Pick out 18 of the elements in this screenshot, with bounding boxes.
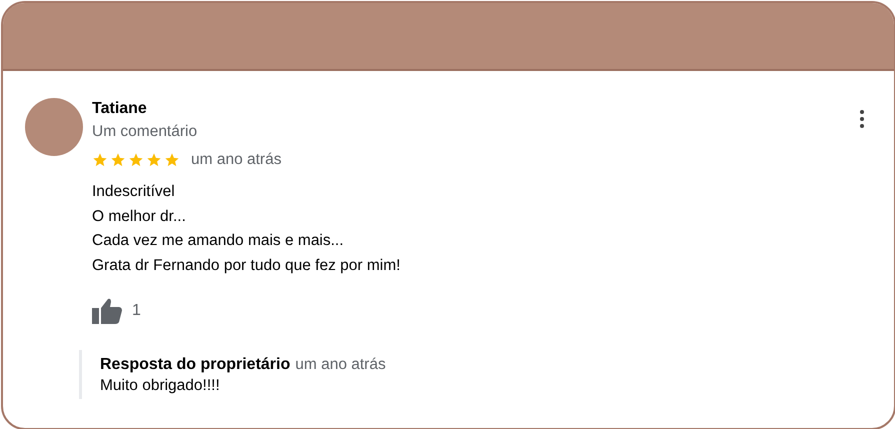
reply-text: Muito obrigado!!!! (100, 376, 221, 395)
star-icon (164, 152, 180, 168)
like-count: 1 (132, 302, 141, 320)
star-icon (146, 152, 162, 168)
review-count: Um comentário (92, 122, 198, 142)
review-time: um ano atrás (191, 151, 282, 169)
reply-title: Resposta do proprietário (100, 356, 290, 373)
review-text-line: O melhor dr... (92, 206, 187, 227)
author-name: Tatiane (92, 99, 148, 119)
thumbs-up-icon[interactable] (92, 298, 123, 324)
review-text-line: Cada vez me amando mais e mais... (92, 231, 345, 252)
star-icon (92, 152, 108, 168)
star-icon (110, 152, 126, 168)
more-icon (860, 110, 864, 128)
review-text-line: Grata dr Fernando por tudo que fez por mim! (92, 256, 402, 276)
review-text-line: Indescritível (92, 182, 176, 202)
star-icon (128, 152, 144, 168)
reply-time: um ano atrás (295, 356, 386, 373)
